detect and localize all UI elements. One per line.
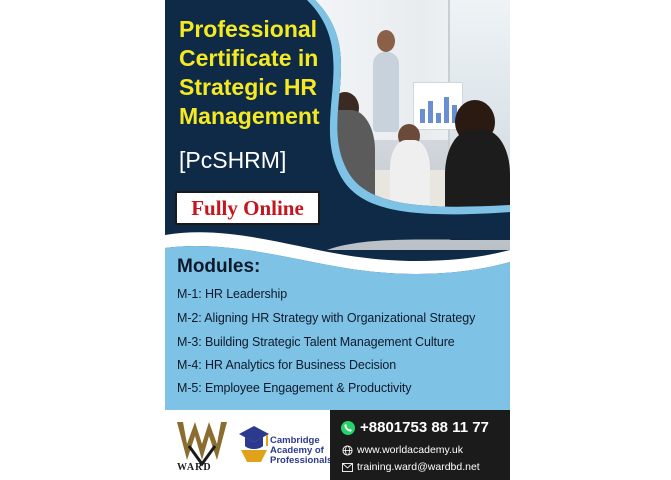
globe-icon [342, 445, 353, 456]
course-title: Professional Certificate in Strategic HR… [179, 16, 320, 129]
website-link[interactable]: www.worldacademy.uk [357, 444, 463, 456]
module-item: M-4: HR Analytics for Business Decision [177, 358, 397, 372]
cambridge-academy-logo: Cambridge Academy of Professionals [270, 436, 332, 466]
mail-icon [342, 462, 353, 472]
whatsapp-icon [341, 421, 355, 436]
course-abbreviation: [PcSHRM] [179, 147, 287, 173]
email-link[interactable]: training.ward@wardbd.net [357, 461, 480, 473]
phone-row: +8801753 88 11 77 [340, 419, 489, 436]
email-row: training.ward@wardbd.net [342, 461, 480, 473]
module-item: M-1: HR Leadership [177, 287, 288, 301]
module-item: M-3: Building Strategic Talent Managemen… [177, 335, 455, 349]
graduation-cap-icon [239, 426, 269, 462]
course-poster: Professional Certificate in Strategic HR… [165, 0, 510, 480]
contact-panel: +8801753 88 11 77 www.worldacademy.uk tr… [330, 410, 510, 480]
logo-strip: WARD Cambridge Academy of Professionals [165, 410, 332, 480]
module-item: M-2: Aligning HR Strategy with Organizat… [177, 311, 476, 325]
module-item: M-5: Employee Engagement & Productivity [177, 381, 412, 395]
modules-heading: Modules: [177, 256, 261, 277]
fully-online-badge: Fully Online [175, 191, 320, 225]
ward-logo-text: WARD [177, 462, 212, 473]
phone-number[interactable]: +8801753 88 11 77 [360, 419, 489, 436]
cambridge-line-3: Professionals [270, 455, 333, 466]
website-row: www.worldacademy.uk [342, 444, 463, 456]
